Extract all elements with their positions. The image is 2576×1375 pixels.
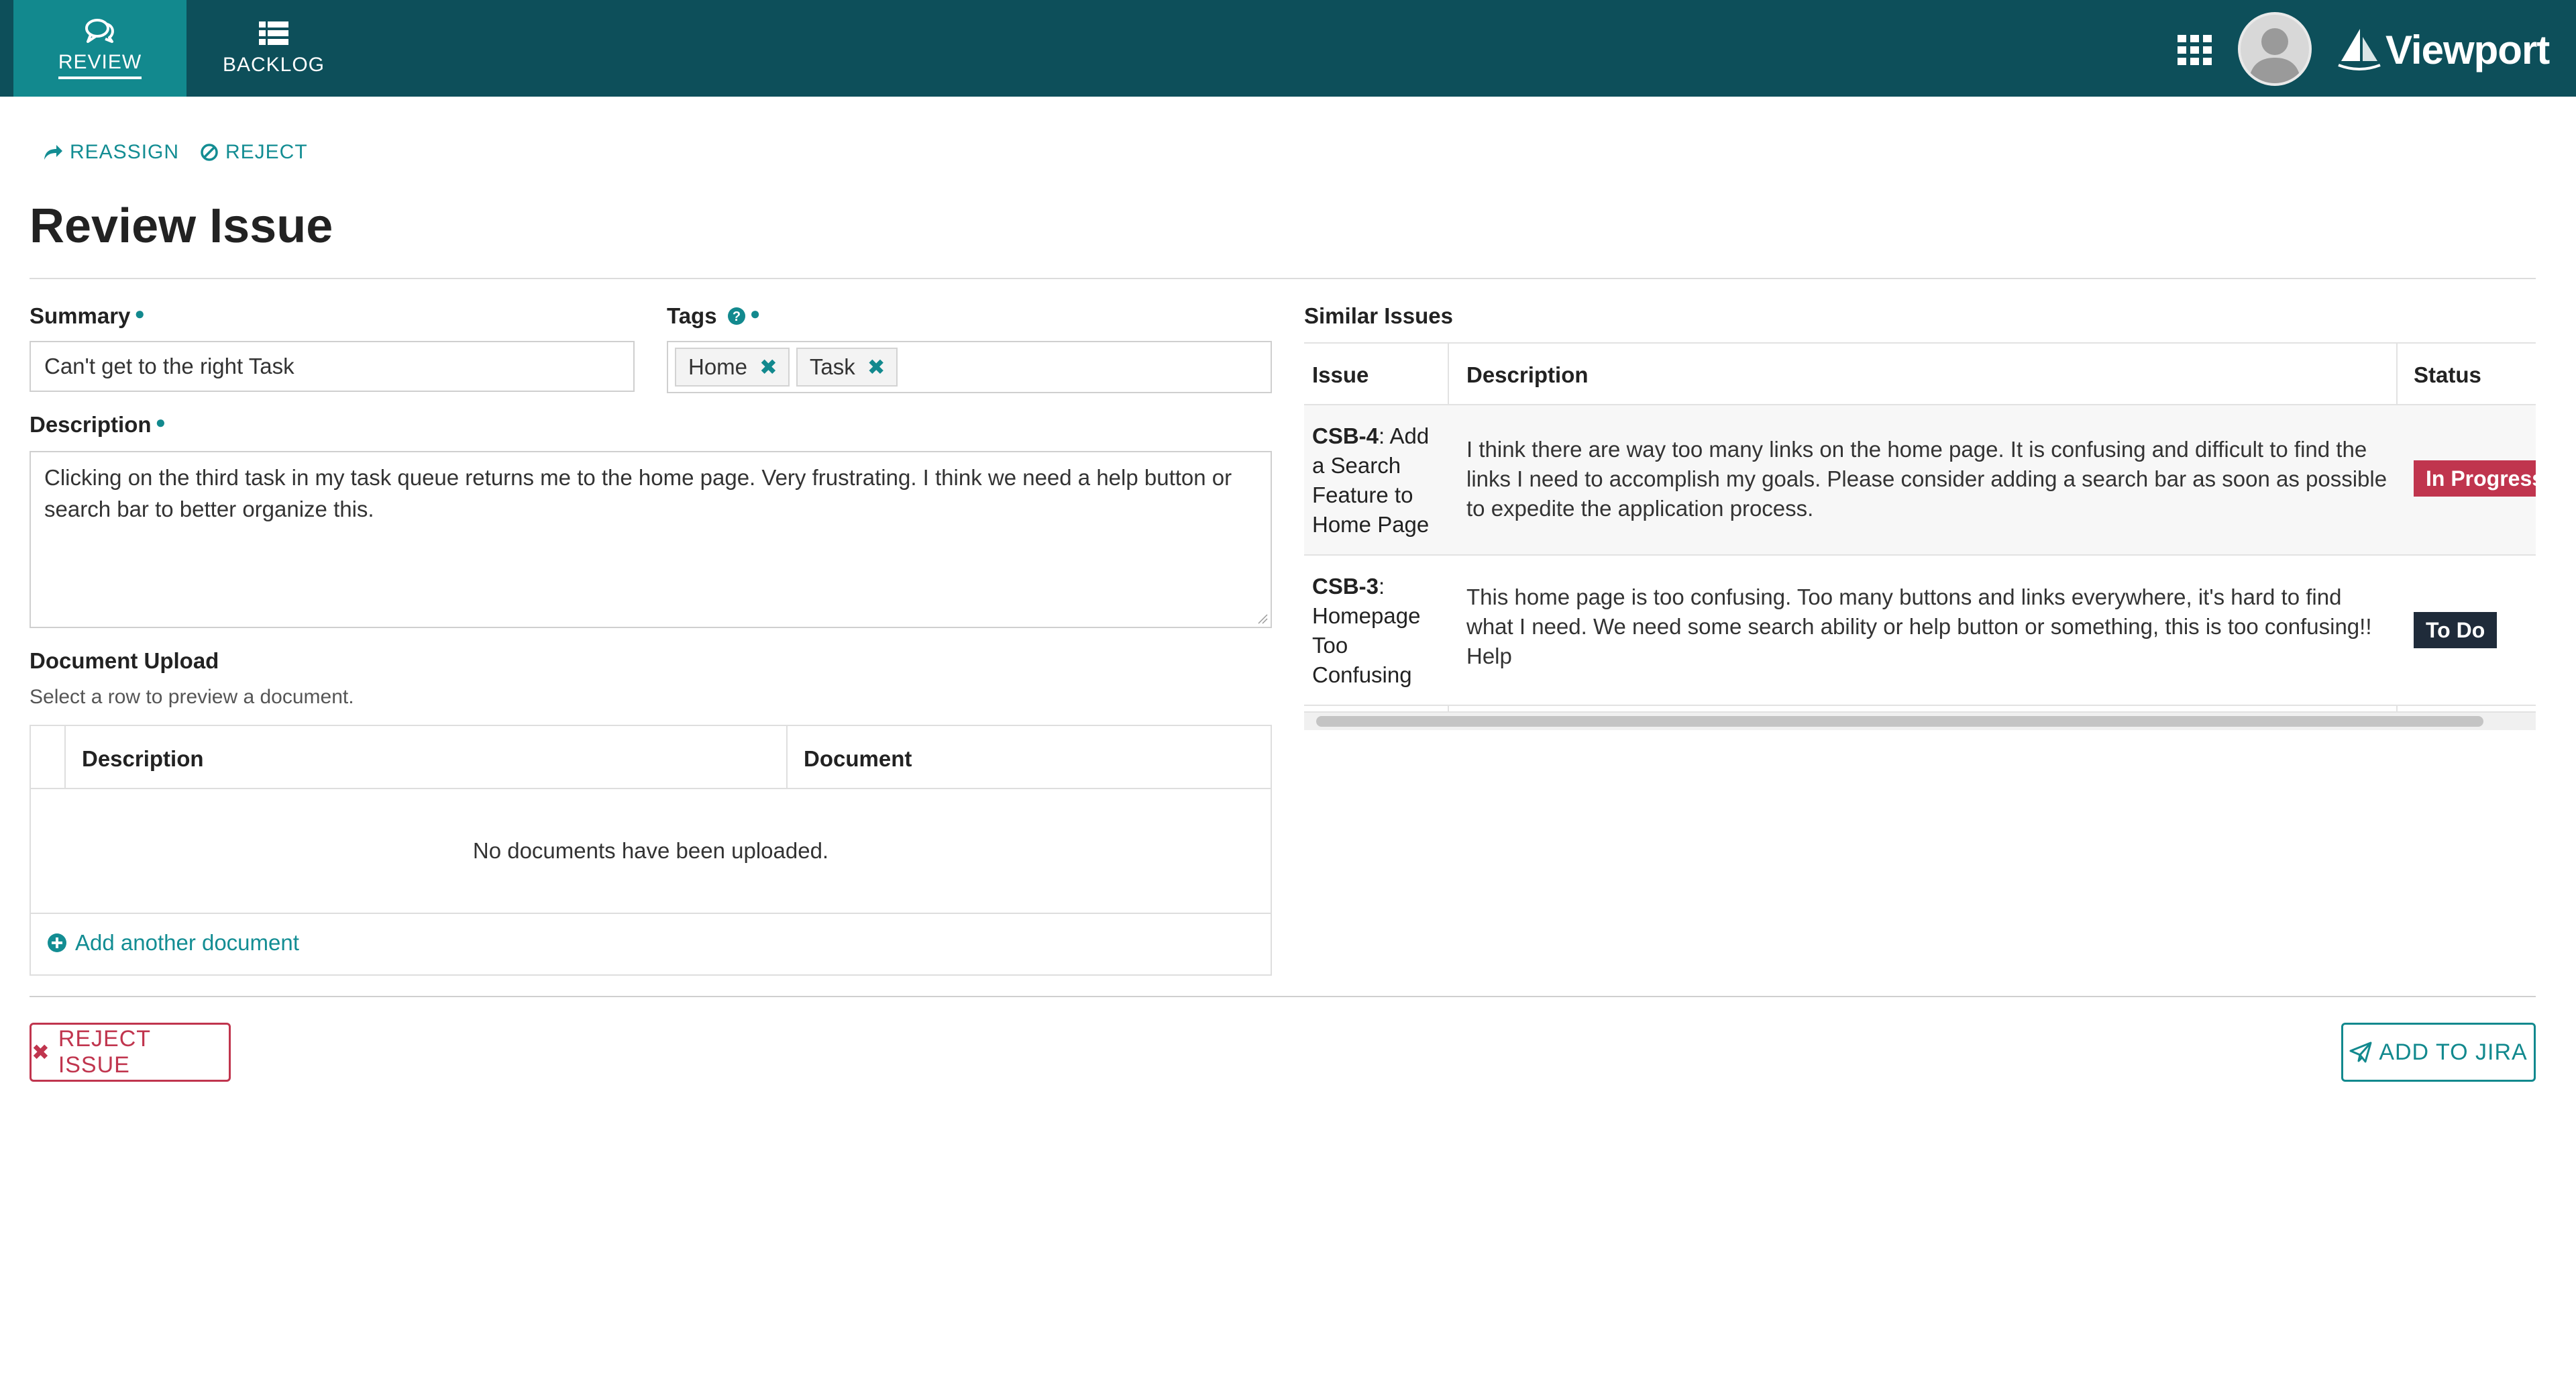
required-indicator: ● (155, 412, 166, 432)
tags-label-text: Tags (667, 303, 717, 328)
add-document-label: Add another document (75, 930, 299, 955)
reject-issue-button[interactable]: ✖ REJECT ISSUE (30, 1023, 231, 1082)
add-document-link[interactable]: Add another document (47, 930, 299, 956)
resize-handle-icon[interactable] (1256, 612, 1268, 624)
share-arrow-icon (44, 145, 62, 160)
similar-issues-label: Similar Issues (1304, 303, 1453, 328)
tab-backlog[interactable]: BACKLOG (186, 0, 361, 97)
reject-link[interactable]: REJECT (200, 141, 308, 164)
close-icon: ✖ (32, 1040, 50, 1064)
description-textarea[interactable]: Clicking on the third task in my task qu… (30, 451, 1272, 628)
column-header-description[interactable]: Description (82, 746, 204, 772)
summary-input[interactable]: Can't get to the right Task (30, 341, 635, 392)
required-indicator: ● (134, 303, 146, 323)
ban-icon (201, 144, 218, 161)
page-title: Review Issue (30, 199, 333, 253)
similar-issues-table[interactable]: Issue Description Status CSB-4: Add a Se… (1304, 342, 2536, 740)
user-avatar[interactable] (2238, 12, 2312, 86)
summary-label: Summary ● (30, 303, 145, 329)
sailboat-logo-icon (2338, 29, 2381, 70)
tab-review[interactable]: REVIEW (13, 0, 186, 97)
reassign-link[interactable]: REASSIGN (43, 141, 179, 164)
similar-issues-header: Issue Description Status (1304, 342, 2536, 405)
description-label: Description ● (30, 412, 166, 438)
paper-plane-icon (2349, 1041, 2372, 1063)
column-header-document[interactable]: Document (804, 746, 912, 772)
column-header-status[interactable]: Status (2414, 362, 2481, 388)
summary-label-text: Summary (30, 303, 131, 328)
chat-bubbles-icon (85, 19, 114, 43)
list-icon (259, 21, 288, 45)
add-to-jira-label: ADD TO JIRA (2379, 1039, 2528, 1065)
description-label-text: Description (30, 412, 152, 437)
add-to-jira-button[interactable]: ADD TO JIRA (2341, 1023, 2536, 1082)
brand-logo: Viewport (2337, 23, 2550, 77)
document-upload-label: Document Upload (30, 648, 219, 673)
empty-state-message: No documents have been uploaded. (31, 789, 1271, 914)
remove-tag-icon[interactable]: ✖ (759, 354, 777, 380)
tag-chip: Home ✖ (675, 348, 790, 387)
scrollbar-thumb[interactable] (1316, 716, 2483, 727)
tags-input[interactable]: Home ✖ Task ✖ (667, 341, 1272, 393)
plus-circle-icon (48, 933, 66, 952)
reject-issue-label: REJECT ISSUE (58, 1026, 151, 1078)
issue-key: CSB-4 (1312, 423, 1379, 448)
document-table: Description Document No documents have b… (30, 725, 1272, 976)
column-divider (786, 726, 788, 789)
app-grid-icon[interactable] (2178, 35, 2212, 65)
column-header-issue[interactable]: Issue (1312, 362, 1368, 388)
document-upload-hint: Select a row to preview a document. (30, 686, 354, 708)
tab-review-label: REVIEW (58, 51, 142, 79)
remove-tag-icon[interactable]: ✖ (867, 354, 885, 380)
svg-text:?: ? (733, 309, 741, 324)
horizontal-scrollbar[interactable] (1304, 711, 2536, 730)
tab-backlog-label: BACKLOG (222, 54, 325, 76)
column-header-description[interactable]: Description (1466, 362, 1589, 388)
help-icon[interactable]: ? (727, 307, 746, 325)
issue-description: This home page is too confusing. Too man… (1466, 584, 2372, 668)
issue-cell: CSB-3: Homepage Too Confusing (1312, 572, 1440, 690)
reassign-label: REASSIGN (70, 141, 180, 163)
table-row[interactable]: CSB-4: Add a Search Feature to Home Page… (1304, 405, 2536, 556)
tag-chip: Task ✖ (796, 348, 898, 387)
issue-key: CSB-3 (1312, 574, 1379, 599)
tags-label: Tags ? ● (667, 303, 760, 329)
required-indicator: ● (749, 303, 761, 323)
row-select-column (31, 726, 66, 789)
issue-cell: CSB-4: Add a Search Feature to Home Page (1312, 421, 1440, 540)
user-silhouette-icon (2249, 28, 2301, 83)
status-badge: To Do (2414, 612, 2498, 648)
document-table-header: Description Document (31, 726, 1271, 789)
table-row[interactable]: CSB-3: Homepage Too Confusing This home … (1304, 556, 2536, 706)
tag-label: Task (809, 354, 855, 379)
status-badge: In Progress (2414, 460, 2536, 497)
divider (30, 996, 2536, 997)
divider (30, 278, 2536, 279)
top-navigation-bar: REVIEW BACKLOG Viewport (0, 0, 2576, 97)
reject-label: REJECT (225, 141, 308, 163)
description-text: Clicking on the third task in my task qu… (44, 465, 1232, 521)
issue-description: I think there are way too many links on … (1466, 437, 2387, 521)
tag-label: Home (688, 354, 748, 379)
brand-name: Viewport (2385, 27, 2550, 72)
